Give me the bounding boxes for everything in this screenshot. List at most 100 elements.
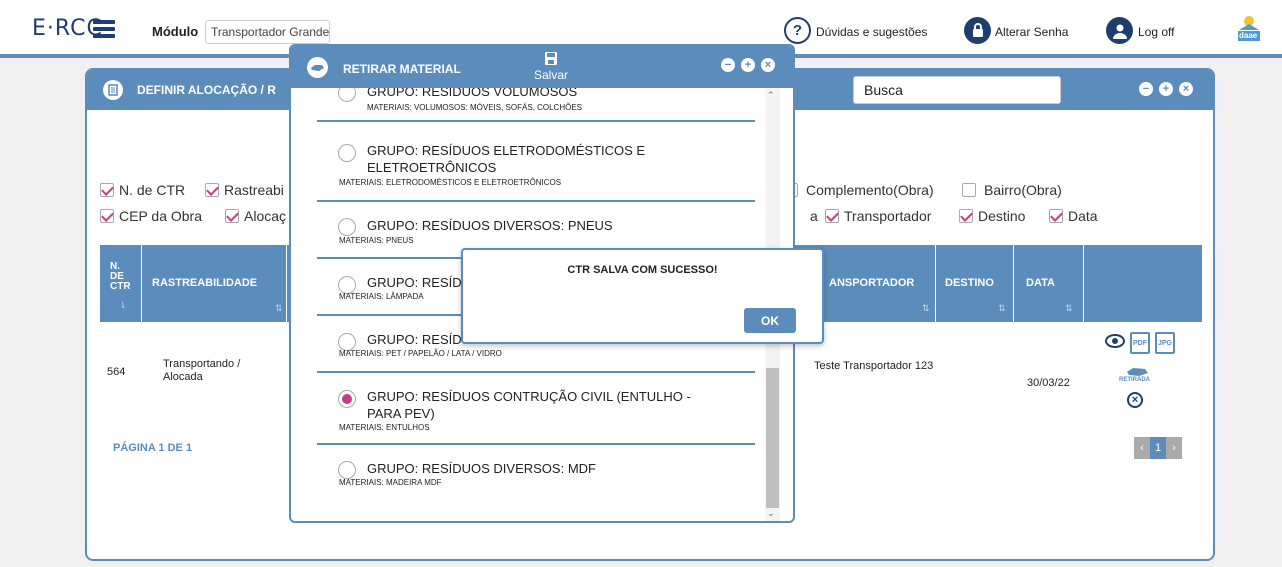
materials-label: MATERIAIS: LÂMPADA — [339, 292, 424, 301]
column-toggle-label: Data — [1068, 208, 1098, 224]
column-toggle-ctr[interactable]: N. de CTR — [100, 182, 185, 198]
change-password-link[interactable]: Alterar Senha — [995, 25, 1068, 39]
divider — [317, 443, 755, 445]
retirada-label[interactable]: RETIRADA — [1119, 377, 1150, 383]
cell-data: 30/03/22 — [1027, 377, 1070, 389]
group-label: GRUPO: RESÍDUOS DIVERSOS: PNEUS — [367, 218, 613, 233]
daae-logo: daae — [1236, 14, 1262, 46]
radio-selected[interactable] — [338, 390, 356, 408]
prev-page-button[interactable]: ‹ — [1134, 437, 1150, 459]
group-label: GRUPO: RESÍDUOS ELETRODOMÉSTICOS E ELETR… — [367, 143, 646, 175]
module-select[interactable]: Transportador Grande ⌵ — [205, 20, 330, 44]
pager: ‹ 1 › — [1134, 437, 1182, 459]
lock-icon[interactable] — [964, 17, 991, 44]
column-toggle-data[interactable]: Data — [1049, 208, 1098, 224]
truck-icon[interactable] — [1125, 364, 1149, 376]
checkbox[interactable] — [959, 209, 973, 223]
save-label: Salvar — [534, 68, 569, 82]
view-icon[interactable] — [1105, 334, 1125, 348]
checkbox[interactable] — [100, 209, 114, 223]
sort-icon[interactable]: ⇅ — [275, 303, 283, 314]
search-input[interactable]: Busca — [853, 76, 1061, 104]
ok-button[interactable]: OK — [744, 308, 796, 333]
col-header-transportador[interactable]: ANSPORTADOR — [829, 277, 914, 289]
checkbox[interactable] — [225, 209, 239, 223]
truck-badge-icon — [307, 57, 328, 78]
next-page-button[interactable]: › — [1166, 437, 1182, 459]
divider — [1083, 245, 1084, 322]
maximize-icon[interactable]: + — [741, 58, 755, 72]
pagination-info: PÁGINA 1 DE 1 — [113, 442, 193, 454]
pdf-icon[interactable]: PDF — [1130, 332, 1150, 354]
divider — [935, 245, 936, 322]
checkbox[interactable] — [825, 209, 839, 223]
list-item[interactable]: GRUPO: RESÍDUOS ELETRODOMÉSTICOS E ELETR… — [317, 130, 755, 202]
modal-title: RETIRAR MATERIAL — [343, 62, 461, 76]
radio[interactable] — [338, 461, 356, 479]
checkbox[interactable] — [100, 183, 114, 197]
panel-title: DEFINIR ALOCAÇÃO / R — [137, 83, 276, 97]
list-item[interactable]: GRUPO: RESÍDUOS VOLUMOSOS MATERIAIS: VOL… — [317, 88, 755, 128]
radio[interactable] — [338, 144, 356, 162]
group-label: GRUPO: RESÍDUOS VOLUMOSOS — [367, 88, 578, 99]
list-item[interactable]: GRUPO: RESÍDUOS DIVERSOS: MDF MATERIAIS:… — [317, 446, 755, 502]
sort-icon[interactable]: ⇅ — [1065, 303, 1073, 314]
close-icon[interactable]: × — [761, 58, 775, 72]
materials-label: MATERIAIS: MADEIRA MDF — [339, 478, 442, 487]
logoff-link[interactable]: Log off — [1138, 25, 1174, 39]
floppy-icon — [545, 52, 557, 65]
close-icon[interactable]: × — [1179, 82, 1193, 96]
row-actions: PDF JPG RETIRADA × — [1105, 332, 1195, 432]
col-header-rastreabilidade[interactable]: RASTREABILIDADE — [152, 277, 257, 289]
radio[interactable] — [338, 218, 356, 236]
col-header-data[interactable]: DATA — [1026, 277, 1055, 289]
checkbox[interactable] — [962, 183, 976, 197]
column-toggle-alocacao[interactable]: Alocaç — [225, 208, 286, 224]
scroll-up-icon[interactable]: ⌃ — [767, 90, 775, 101]
help-icon[interactable]: ? — [784, 17, 811, 44]
col-header-destino[interactable]: DESTINO — [945, 277, 994, 289]
column-toggle-cep[interactable]: CEP da Obra — [100, 208, 202, 224]
divider — [286, 245, 287, 322]
sort-icon[interactable]: ⇅ — [922, 303, 930, 314]
column-toggle-rastreabilidade[interactable]: Rastreabi — [205, 182, 284, 198]
sort-icon[interactable]: ⇂ — [119, 300, 127, 311]
page-1-button[interactable]: 1 — [1150, 437, 1166, 459]
modal-header: RETIRAR MATERIAL Salvar − + × — [291, 46, 793, 88]
cell-transportador: Teste Transportador 123 — [814, 360, 934, 372]
help-link[interactable]: Dúvidas e sugestões — [816, 25, 927, 39]
list-item[interactable]: GRUPO: RESÍDUOS CONTRUÇÃO CIVIL (ENTULHO… — [317, 373, 755, 445]
divider — [1013, 245, 1014, 322]
group-label: GRUPO: RESÍDUOS DIVERSOS: MDF — [367, 461, 596, 476]
column-toggle-label: Destino — [978, 208, 1026, 224]
user-icon[interactable] — [1106, 17, 1133, 44]
cancel-icon[interactable]: × — [1127, 392, 1143, 408]
modal-window-controls: − + × — [721, 58, 775, 72]
scroll-down-icon[interactable]: ⌄ — [767, 508, 775, 519]
scrollbar-thumb[interactable] — [766, 368, 779, 508]
column-toggle-label: N. de CTR — [119, 182, 186, 198]
module-label: Módulo — [152, 24, 199, 39]
document-icon — [103, 80, 123, 100]
materials-label: MATERIAIS: PET / PAPELÃO / LATA / VIDRO — [339, 349, 502, 358]
sort-icon[interactable]: ⇅ — [998, 303, 1006, 314]
radio[interactable] — [338, 88, 356, 102]
column-toggle-complemento[interactable]: Complemento(Obra) — [784, 182, 934, 198]
column-toggle-label: Transportador — [844, 208, 932, 224]
column-toggle-transportador[interactable]: Transportador — [825, 208, 931, 224]
column-toggle-bairro[interactable]: Bairro(Obra) — [962, 182, 1062, 198]
minimize-icon[interactable]: − — [1139, 82, 1153, 96]
checkbox[interactable] — [1049, 209, 1063, 223]
col-header-ctr[interactable]: N. DE CTR — [110, 262, 132, 292]
maximize-icon[interactable]: + — [1159, 82, 1173, 96]
save-button[interactable]: Salvar — [534, 52, 568, 82]
column-toggle-destino[interactable]: Destino — [959, 208, 1025, 224]
minimize-icon[interactable]: − — [721, 58, 735, 72]
daae-logo-text: daae — [1239, 31, 1258, 40]
module-select-value: Transportador Grande — [211, 25, 330, 39]
checkbox[interactable] — [205, 183, 219, 197]
panel-window-controls: − + × — [1139, 82, 1193, 96]
divider — [141, 245, 142, 322]
menu-icon[interactable] — [93, 20, 115, 38]
jpg-icon[interactable]: JPG — [1155, 332, 1175, 354]
